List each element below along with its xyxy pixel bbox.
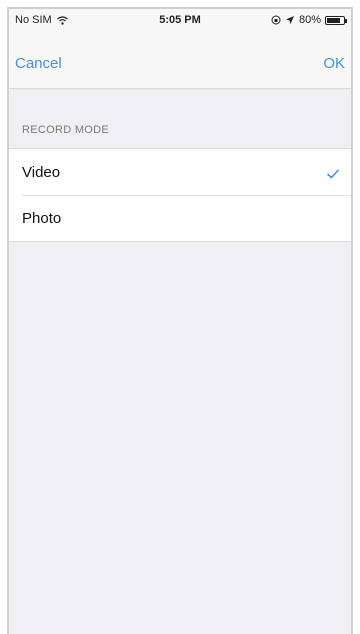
option-video[interactable]: Video [9,149,351,195]
checkmark-icon [327,166,339,179]
battery-icon [325,15,347,25]
option-label: Photo [22,210,62,227]
location-arrow-icon [285,15,295,25]
ok-button[interactable]: OK [323,55,345,72]
navigation-bar: Cancel OK [9,33,351,89]
status-right: 80% [271,14,347,26]
battery-fill [327,17,340,23]
battery-tip [345,18,347,23]
record-mode-header: RECORD MODE [22,124,110,136]
option-label: Video [22,164,61,181]
option-photo[interactable]: Photo [9,195,351,241]
orientation-lock-icon [271,15,281,25]
cancel-button[interactable]: Cancel [15,55,62,72]
status-bar: No SIM 5:05 PM 80% [9,9,351,33]
phone-screen: No SIM 5:05 PM 80% Cancel OK RECORD MODE… [7,7,353,634]
record-mode-list: Video Photo [9,148,351,242]
battery-percent: 80% [298,14,321,26]
